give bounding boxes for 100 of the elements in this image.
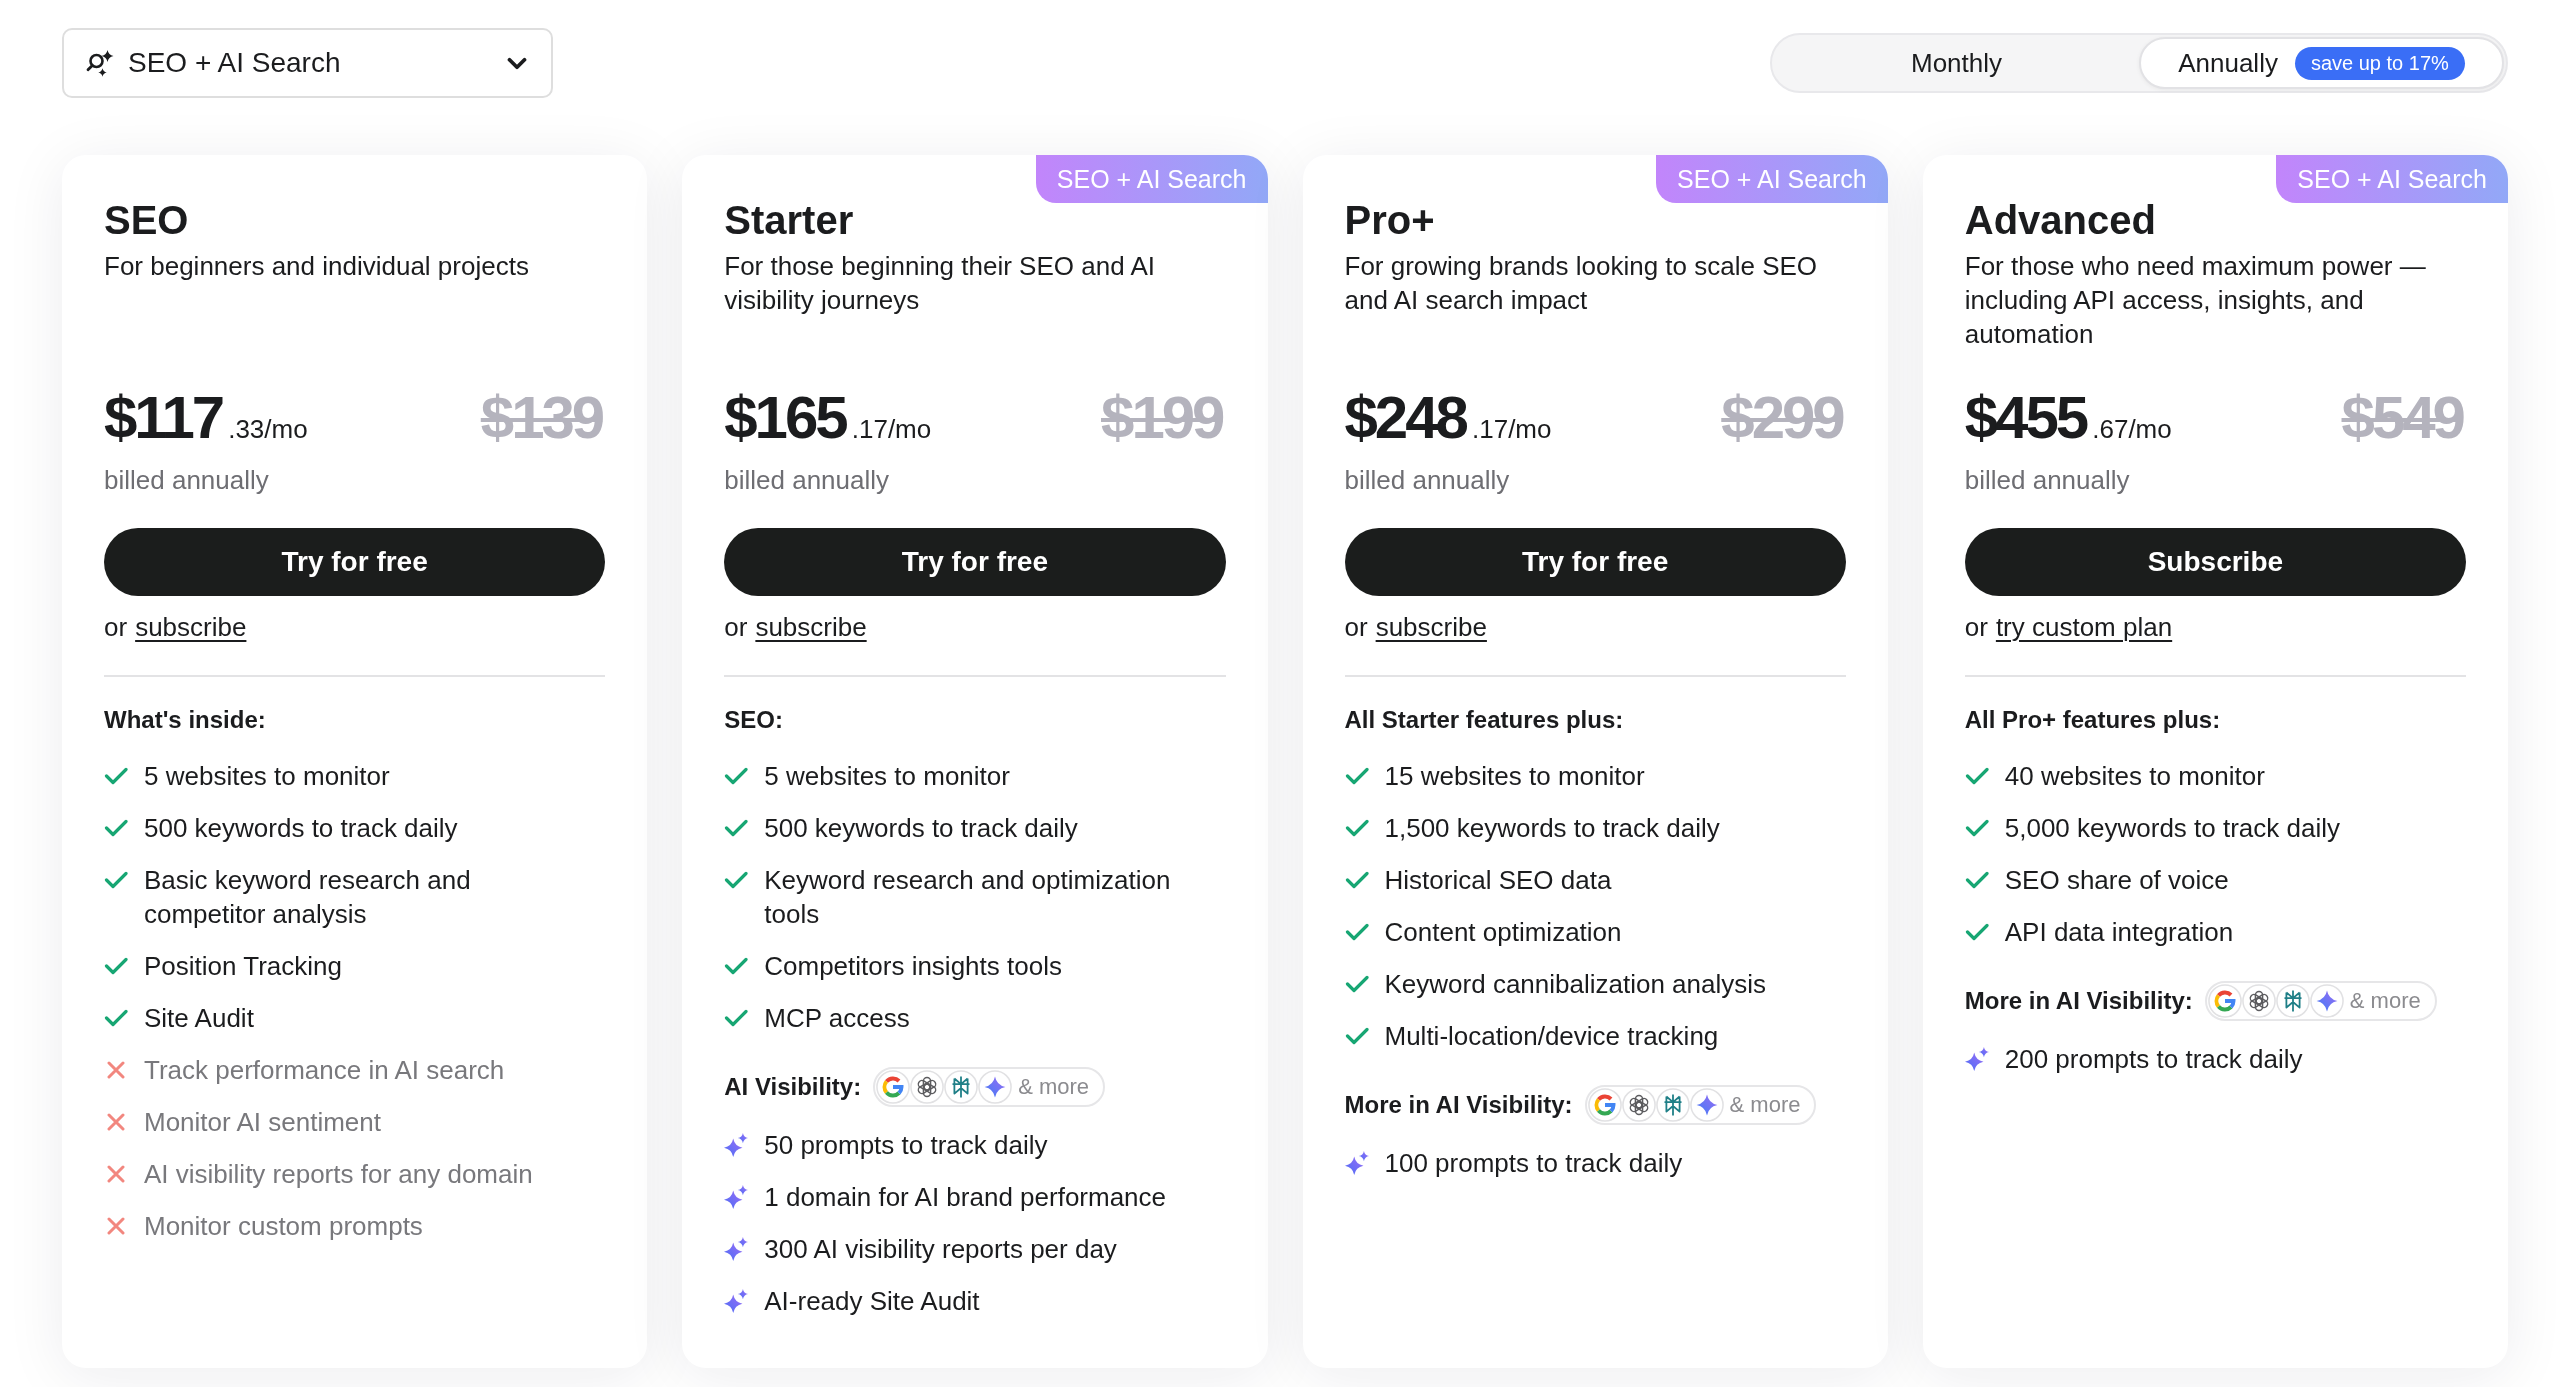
feature-text: Basic keyword research and competitor analysis	[144, 864, 472, 931]
plan-name: Starter	[724, 197, 855, 244]
features-heading: More in AI Visibility:	[1344, 1090, 1573, 1120]
more-engines-text: & more	[1018, 1074, 1090, 1100]
plan-description: For those beginning their SEO and AI visibility journeys	[724, 250, 1156, 317]
feature-text: 5 websites to monitor	[764, 760, 1010, 793]
feature-text: MCP access	[764, 1002, 910, 1035]
billing-period-tab[interactable]: Annually save up to 17%	[2139, 37, 2504, 89]
feature-text: 500 keywords to track daily	[764, 812, 1078, 845]
cta-button[interactable]: Subscribe	[1964, 528, 2466, 596]
plan-badge: SEO + AI Search	[1656, 155, 1888, 203]
check-icon	[1344, 871, 1369, 889]
feature-text: Historical SEO data	[1384, 864, 1612, 897]
rosette-logo-icon	[1621, 1088, 1656, 1122]
check-icon	[724, 957, 749, 975]
more-engines-text: & more	[1729, 1092, 1801, 1118]
check-icon	[1344, 767, 1369, 785]
feature-text: 1 domain for AI brand performance	[764, 1181, 1167, 1214]
billing-note: billed annually	[1344, 464, 1511, 497]
plan-name: Pro+	[1344, 197, 1436, 244]
plan-description: For those who need maximum power — including API access, insights, and automation	[1964, 250, 2427, 351]
plan-badge: SEO + AI Search	[2276, 155, 2508, 203]
sparkles-icon	[1964, 1047, 1989, 1071]
features-heading: AI Visibility:	[724, 1072, 862, 1102]
or-text: or	[1964, 611, 1988, 644]
search-sparkle-icon	[86, 49, 114, 77]
sparkles-icon	[724, 1185, 749, 1209]
feature-text: API data integration	[2004, 916, 2234, 949]
check-icon	[1344, 1027, 1369, 1045]
feature-text: 500 keywords to track daily	[144, 812, 458, 845]
price-period: .67/mo	[2092, 413, 2172, 446]
feature-text: Competitors insights tools	[764, 950, 1062, 983]
feature-text: 15 websites to monitor	[1384, 760, 1645, 793]
check-icon	[1344, 819, 1369, 837]
feature-text: Keyword cannibalization analysis	[1384, 968, 1767, 1001]
feature-text: SEO share of voice	[2004, 864, 2229, 897]
g-logo-icon	[876, 1070, 911, 1104]
features-heading: SEO:	[724, 705, 784, 735]
price-amount: $165	[724, 384, 846, 452]
check-icon	[1964, 819, 1989, 837]
geometric-logo-icon	[1655, 1088, 1690, 1122]
sparkles-icon	[724, 1133, 749, 1157]
cross-icon	[107, 1217, 125, 1235]
rosette-logo-icon	[2241, 984, 2276, 1018]
check-icon	[104, 767, 128, 785]
g-logo-icon	[2207, 984, 2242, 1018]
feature-text: Site Audit	[144, 1002, 254, 1035]
product-dropdown[interactable]: SEO + AI Search	[62, 28, 553, 98]
plan-description: For growing brands looking to scale SEO and AI search impact	[1344, 250, 1819, 317]
billing-note: billed annually	[104, 464, 270, 497]
cross-icon	[107, 1061, 125, 1079]
feature-text: 1,500 keywords to track daily	[1384, 812, 1720, 845]
feature-text: 50 prompts to track daily	[764, 1129, 1048, 1162]
price-amount: $455	[1964, 384, 2087, 452]
sparkles-icon	[1344, 1151, 1369, 1175]
geometric-logo-icon	[944, 1070, 979, 1104]
feature-text: 5 websites to monitor	[144, 760, 390, 793]
check-icon	[104, 957, 128, 975]
price-amount: $117	[104, 384, 223, 452]
rosette-logo-icon	[910, 1070, 945, 1104]
secondary-link[interactable]: try custom plan	[1995, 610, 2173, 644]
check-icon	[724, 1009, 749, 1027]
cta-button[interactable]: Try for free	[1344, 528, 1846, 596]
feature-text: Monitor custom prompts	[144, 1210, 423, 1243]
sparkles-icon	[724, 1289, 749, 1313]
feature-text: 5,000 keywords to track daily	[2004, 812, 2341, 845]
features-heading: What's inside:	[104, 705, 267, 735]
plan-description: For beginners and individual projects	[104, 250, 530, 283]
feature-text: 100 prompts to track daily	[1384, 1147, 1683, 1180]
original-price: $139	[480, 384, 604, 452]
features-heading: All Pro+ features plus:	[1964, 705, 2222, 735]
secondary-link[interactable]: subscribe	[1375, 610, 1487, 644]
billing-note: billed annually	[1964, 464, 2131, 497]
secondary-link[interactable]: subscribe	[135, 610, 247, 644]
check-icon	[1964, 767, 1989, 785]
sparkles-icon	[724, 1237, 749, 1261]
cta-button[interactable]: Try for free	[724, 528, 1226, 596]
check-icon	[724, 767, 749, 785]
plan-badge: SEO + AI Search	[1035, 155, 1268, 203]
check-icon	[104, 871, 128, 889]
check-icon	[724, 819, 749, 837]
feature-text: Content optimization	[1384, 916, 1622, 949]
billing-period-tab[interactable]: Monthly	[1774, 37, 2139, 89]
check-icon	[1964, 871, 1989, 889]
geometric-logo-icon	[2275, 984, 2310, 1018]
cta-button[interactable]: Try for free	[104, 528, 606, 596]
feature-text: 300 AI visibility reports per day	[764, 1233, 1117, 1266]
billing-note: billed annually	[724, 464, 891, 497]
plan-name: SEO	[104, 197, 190, 244]
original-price: $549	[2341, 384, 2465, 452]
check-icon	[724, 871, 749, 889]
secondary-link[interactable]: subscribe	[755, 610, 867, 644]
feature-text: Monitor AI sentiment	[144, 1106, 381, 1139]
or-text: or	[104, 611, 128, 644]
features-heading: All Starter features plus:	[1344, 705, 1625, 735]
feature-text: AI-ready Site Audit	[764, 1285, 980, 1318]
price-period: .17/mo	[851, 413, 932, 446]
feature-text: AI visibility reports for any domain	[144, 1158, 533, 1191]
feature-text: Track performance in AI search	[144, 1054, 505, 1087]
feature-text: Position Tracking	[144, 950, 342, 983]
